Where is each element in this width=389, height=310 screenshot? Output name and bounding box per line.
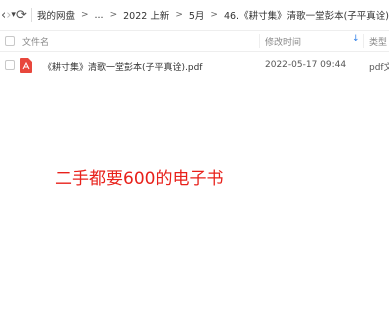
breadcrumb-separator: > — [109, 10, 118, 20]
breadcrumb: 我的网盘 > ... > 2022 上新 > 5月 > 46.《耕寸集》清歌一堂… — [37, 8, 389, 23]
toolbar: ‹ › ▾ ⟳ 我的网盘 > ... > 2022 上新 > 5月 > 46.《… — [0, 0, 389, 30]
breadcrumb-separator: > — [80, 10, 89, 20]
file-type: pdf文 — [369, 63, 389, 73]
pdf-icon — [20, 58, 32, 73]
breadcrumb-separator: > — [210, 10, 218, 20]
refresh-button[interactable]: ⟳ — [16, 0, 27, 30]
breadcrumb-item-2022[interactable]: 2022 上新 — [123, 8, 169, 22]
breadcrumb-item-current[interactable]: 46.《耕寸集》清歌一堂彭本(子平真诠) — [224, 8, 389, 22]
breadcrumb-item-may[interactable]: 5月 — [189, 8, 205, 22]
select-all-checkbox[interactable] — [5, 36, 15, 46]
breadcrumb-separator: > — [175, 10, 183, 20]
file-modified-time: 2022-05-17 09:44 — [265, 60, 347, 70]
column-header-name[interactable]: 文件名 — [22, 35, 49, 48]
column-divider[interactable] — [363, 34, 364, 48]
overlay-caption: 二手都要600的电子书 — [55, 169, 224, 189]
file-name[interactable]: 《耕寸集》清歌一堂彭本(子平真诠).pdf — [43, 60, 202, 73]
file-list-header: 文件名 修改时间 ↓ 类型 — [0, 30, 389, 52]
sort-desc-icon[interactable]: ↓ — [352, 34, 360, 44]
breadcrumb-item-root[interactable]: 我的网盘 — [37, 8, 75, 22]
file-row[interactable]: 《耕寸集》清歌一堂彭本(子平真诠).pdf 2022-05-17 09:44 p… — [0, 55, 389, 77]
breadcrumb-item-ellipsis[interactable]: ... — [95, 10, 104, 21]
column-divider[interactable] — [259, 34, 260, 48]
row-checkbox[interactable] — [5, 60, 15, 70]
column-header-type[interactable]: 类型 — [369, 35, 387, 48]
column-header-modified[interactable]: 修改时间 — [265, 35, 301, 48]
